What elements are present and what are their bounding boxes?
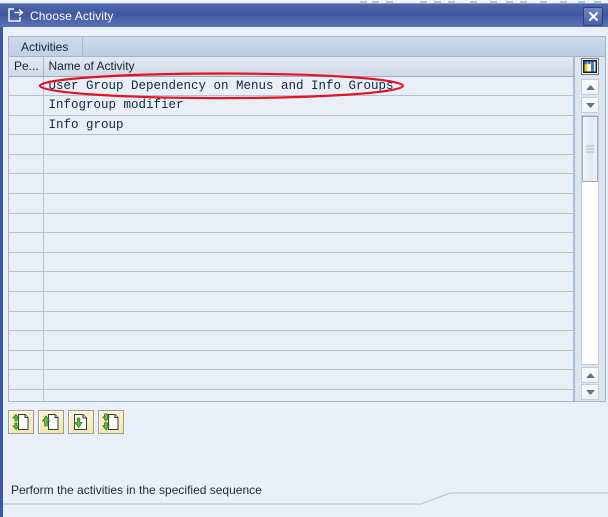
document-up-icon: [42, 414, 59, 430]
cell-pe[interactable]: [9, 193, 44, 214]
choose-activity-dialog: Choose Activity Activities Pe... Name of: [0, 0, 608, 517]
cell-name-of-activity[interactable]: [43, 369, 574, 390]
table-row[interactable]: [9, 389, 574, 401]
activities-table: Pe... Name of Activity User Group Depend…: [9, 57, 574, 401]
cell-name-of-activity[interactable]: [43, 213, 574, 234]
table-row[interactable]: [9, 134, 574, 155]
cell-name-of-activity[interactable]: [43, 350, 574, 371]
vertical-scrollbar-track[interactable]: [581, 115, 599, 365]
cell-pe[interactable]: [9, 330, 44, 351]
cell-name-of-activity[interactable]: [43, 252, 574, 273]
tab-activities-label: Activities: [21, 39, 69, 54]
cell-name-of-activity[interactable]: [43, 271, 574, 293]
cell-pe[interactable]: [9, 232, 44, 253]
status-message: Perform the activities in the specified …: [11, 483, 262, 497]
table-row[interactable]: [9, 154, 574, 175]
cell-pe[interactable]: [9, 76, 44, 97]
table-row[interactable]: [9, 271, 574, 293]
scroll-up-icon[interactable]: [581, 79, 599, 95]
cell-pe[interactable]: [9, 291, 44, 312]
cell-name-of-activity[interactable]: [43, 154, 574, 175]
table-row[interactable]: Info group: [9, 115, 574, 136]
cell-pe[interactable]: [9, 154, 44, 175]
table-row[interactable]: [9, 291, 574, 312]
next-activity-button[interactable]: [68, 410, 94, 434]
dialog-title: Choose Activity: [30, 8, 114, 23]
cell-name-of-activity[interactable]: [43, 330, 574, 351]
table-row[interactable]: [9, 330, 574, 351]
activity-toolbar: [8, 410, 124, 434]
document-up-down-icon: [12, 413, 29, 431]
scroll-down-icon[interactable]: [581, 97, 599, 113]
cell-name-of-activity[interactable]: Infogroup modifier: [43, 95, 574, 116]
cell-pe[interactable]: [9, 311, 44, 332]
scroll-page-up-icon[interactable]: [581, 367, 599, 383]
document-down-icon: [74, 414, 87, 430]
activities-grid-viewport: Pe... Name of Activity User Group Depend…: [9, 57, 574, 401]
cell-name-of-activity[interactable]: User Group Dependency on Menus and Info …: [43, 76, 574, 97]
cell-pe[interactable]: [9, 252, 44, 273]
document-double-down-icon: [102, 413, 119, 431]
dialog-window-icon: [8, 8, 24, 23]
table-row[interactable]: [9, 311, 574, 332]
cell-pe[interactable]: [9, 134, 44, 155]
table-row[interactable]: [9, 173, 574, 195]
cell-pe[interactable]: [9, 173, 44, 195]
table-row[interactable]: User Group Dependency on Menus and Info …: [9, 76, 574, 97]
table-row[interactable]: [9, 350, 574, 371]
last-activity-button[interactable]: [98, 410, 124, 434]
grid-scroll-column: [574, 57, 605, 401]
cell-name-of-activity[interactable]: [43, 193, 574, 214]
scrollbar-grip-icon: [585, 145, 595, 153]
activities-grid: Pe... Name of Activity User Group Depend…: [8, 57, 606, 402]
cell-name-of-activity[interactable]: [43, 389, 574, 401]
cell-name-of-activity[interactable]: [43, 291, 574, 312]
cell-pe[interactable]: [9, 389, 44, 401]
column-header-pe[interactable]: Pe...: [9, 57, 44, 77]
cell-pe[interactable]: [9, 369, 44, 390]
column-header-name[interactable]: Name of Activity: [43, 57, 574, 77]
tabstrip: Activities: [8, 36, 606, 57]
dialog-body: Activities Pe... Name of Activity User G…: [0, 27, 608, 517]
previous-activity-button[interactable]: [38, 410, 64, 434]
cell-name-of-activity[interactable]: [43, 134, 574, 155]
vertical-scrollbar-thumb[interactable]: [582, 116, 598, 182]
close-icon[interactable]: [583, 7, 603, 26]
column-settings-icon[interactable]: [581, 58, 599, 75]
cell-name-of-activity[interactable]: [43, 232, 574, 253]
table-row[interactable]: [9, 252, 574, 273]
table-row[interactable]: Infogroup modifier: [9, 95, 574, 116]
cell-pe[interactable]: [9, 95, 44, 116]
table-row[interactable]: [9, 193, 574, 214]
dialog-titlebar: Choose Activity: [0, 3, 608, 27]
choose-activity-button[interactable]: [8, 410, 34, 434]
cell-name-of-activity[interactable]: Info group: [43, 115, 574, 136]
cell-pe[interactable]: [9, 115, 44, 136]
cell-pe[interactable]: [9, 213, 44, 234]
tab-activities[interactable]: Activities: [9, 37, 84, 56]
scroll-page-down-icon[interactable]: [581, 384, 599, 400]
table-row[interactable]: [9, 232, 574, 253]
cell-name-of-activity[interactable]: [43, 173, 574, 195]
table-row[interactable]: [9, 369, 574, 390]
cell-name-of-activity[interactable]: [43, 311, 574, 332]
cell-pe[interactable]: [9, 271, 44, 293]
table-row[interactable]: [9, 213, 574, 234]
cell-pe[interactable]: [9, 350, 44, 371]
table-header-row: Pe... Name of Activity: [9, 57, 574, 77]
